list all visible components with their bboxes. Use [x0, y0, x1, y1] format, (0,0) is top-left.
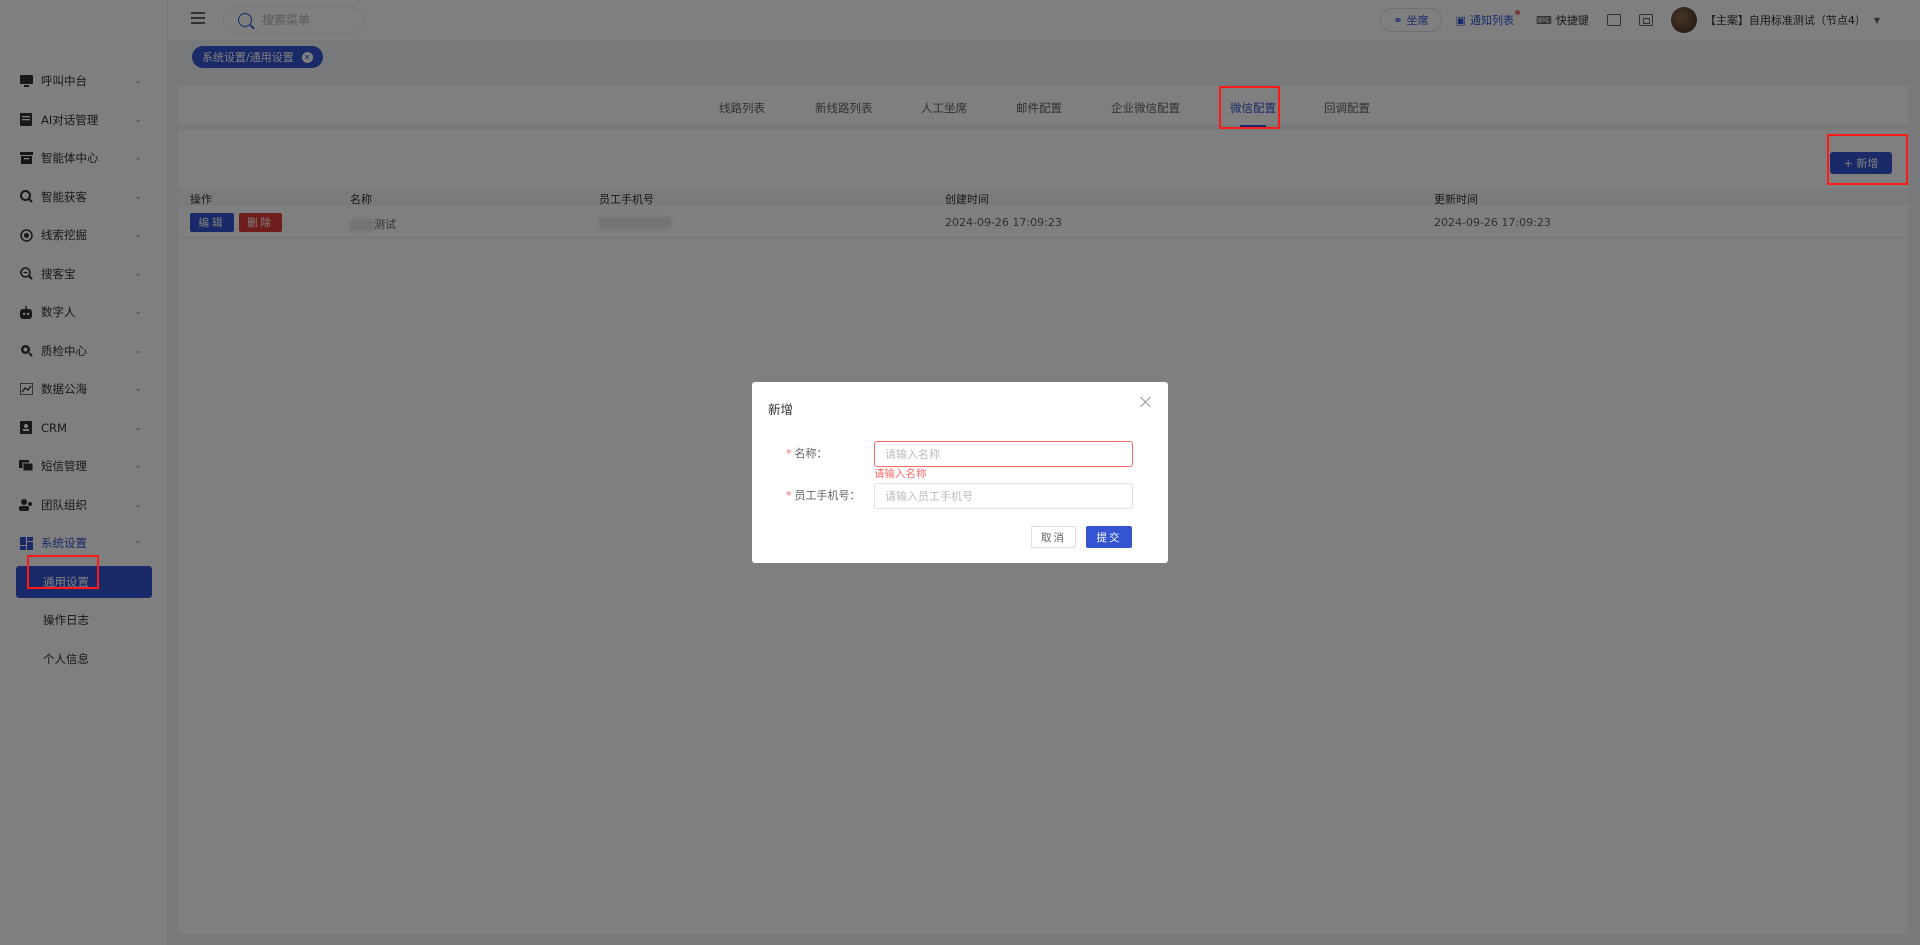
highlight-box-sidebar — [27, 555, 99, 589]
name-label: * 名称： — [786, 445, 828, 461]
name-label-text: 名称： — [794, 447, 828, 460]
highlight-box-add — [1827, 134, 1908, 185]
required-mark: * — [786, 489, 792, 502]
phone-label-text: 员工手机号： — [794, 489, 861, 502]
submit-button[interactable]: 提交 — [1086, 526, 1132, 548]
required-mark: * — [786, 447, 792, 460]
close-icon[interactable] — [1140, 396, 1152, 408]
name-error: 请输入名称 — [874, 468, 927, 480]
highlight-box-tab — [1219, 86, 1280, 129]
cancel-button[interactable]: 取消 — [1031, 526, 1076, 548]
phone-field[interactable] — [874, 483, 1133, 509]
name-field[interactable] — [874, 441, 1133, 467]
phone-label: * 员工手机号： — [786, 487, 861, 503]
add-dialog: 新增 *名称： 请输入名称 *员工手机号： 取消 提交 — [752, 382, 1168, 563]
dialog-title: 新增 — [768, 402, 794, 417]
